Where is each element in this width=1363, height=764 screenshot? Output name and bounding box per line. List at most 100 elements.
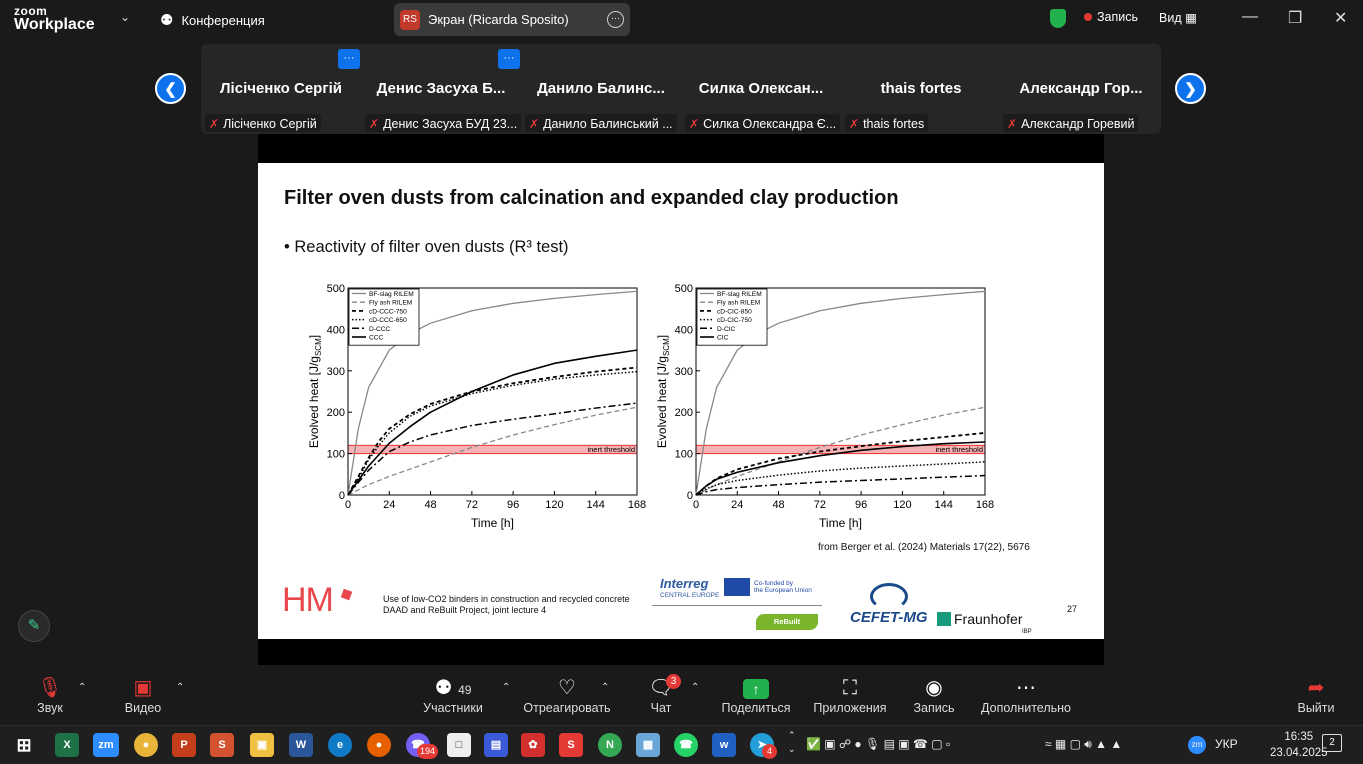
- firefox-icon[interactable]: ●: [367, 733, 391, 757]
- x-tick-label: 96: [507, 499, 519, 511]
- eu-line-2: the European Union: [754, 587, 812, 594]
- react-button[interactable]: ♡ Отреагировать: [522, 675, 612, 715]
- record-label: Запись: [913, 701, 955, 715]
- security-shield-icon[interactable]: [1050, 9, 1066, 28]
- series-line: [695, 461, 986, 496]
- app-blue-icon[interactable]: ▦: [636, 733, 660, 757]
- participant-label-text: Денис Засуха БУД 23...: [383, 116, 518, 131]
- x-tick-label: 144: [935, 499, 953, 511]
- language-indicator[interactable]: УКР: [1215, 737, 1238, 751]
- chat-options-caret[interactable]: ⌃: [691, 682, 699, 693]
- chrome-profile-icon[interactable]: N: [598, 733, 622, 757]
- leave-label: Выйти: [1297, 701, 1335, 715]
- close-icon[interactable]: ✕: [1334, 8, 1347, 28]
- conference-label: Конференция: [181, 12, 265, 28]
- x-tick-label: 168: [976, 499, 994, 511]
- audio-button[interactable]: 🎙︎ Звук: [30, 675, 70, 715]
- presenter-avatar: RS: [400, 9, 420, 30]
- windows-start-icon[interactable]: ⊞: [12, 733, 36, 757]
- edge-icon[interactable]: e: [328, 733, 352, 757]
- chevron-right-icon: ❯: [1184, 80, 1197, 98]
- legend-label: CCC: [369, 335, 384, 342]
- apps-button[interactable]: ⛶ Приложения: [811, 675, 889, 715]
- app-s2-icon[interactable]: S: [559, 733, 583, 757]
- screen-share-tab[interactable]: RS Экран (Ricarda Sposito) ···: [394, 3, 630, 36]
- view-label: Вид: [1159, 11, 1182, 25]
- conference-menu[interactable]: ⚉ Конференция: [160, 11, 265, 29]
- leave-button[interactable]: ➦ Выйти: [1296, 675, 1336, 715]
- x-tick-label: 48: [772, 499, 784, 511]
- recording-indicator[interactable]: Запись: [1084, 10, 1138, 24]
- participant-label-text: Александр Горевий: [1021, 116, 1135, 131]
- video-options-caret[interactable]: ⌃: [176, 682, 184, 693]
- notepad-icon[interactable]: □: [447, 733, 471, 757]
- app-s-icon[interactable]: S: [210, 733, 234, 757]
- participant-tile[interactable]: Данило Балинс... ✗ Данило Балинський ...: [521, 44, 681, 134]
- participant-label: ✗ Данило Балинський ...: [525, 114, 677, 132]
- prev-page-button[interactable]: ❮: [155, 73, 186, 104]
- record-dot-icon: [1084, 13, 1092, 21]
- clock[interactable]: 16:35 23.04.2025: [1270, 729, 1328, 761]
- audio-label: Звук: [37, 701, 63, 715]
- tray-scroll-icon[interactable]: ⌃ ⌄: [788, 728, 796, 756]
- tile-more-icon[interactable]: ···: [338, 49, 360, 69]
- chrome-icon[interactable]: ●: [134, 733, 158, 757]
- annotate-pencil-icon[interactable]: ✎: [18, 610, 50, 642]
- participant-label-text: Лісіченко Сергій: [223, 116, 317, 131]
- legend-label: BF-slag RILEM: [369, 291, 414, 298]
- restore-icon[interactable]: ❐: [1288, 8, 1302, 28]
- y-tick-label: 400: [675, 324, 693, 336]
- system-tray[interactable]: ≈ ▦ ▢ 🔊︎ ▲ ▲: [1045, 737, 1122, 752]
- video-button[interactable]: ▣ Видео: [118, 675, 168, 715]
- y-axis-label-main: Evolved heat [J/g: [307, 356, 321, 448]
- participant-tile[interactable]: Силка Олексан... ✗ Силка Олександра Є...: [681, 44, 841, 134]
- participant-tile[interactable]: Денис Засуха Б... ✗ Денис Засуха БУД 23..…: [361, 44, 522, 134]
- participants-button[interactable]: ⚉ 49 Участники: [418, 675, 488, 715]
- heart-icon: ♡: [558, 677, 576, 699]
- zoom-taskbar-icon[interactable]: zm: [93, 733, 119, 757]
- participant-tile[interactable]: Лісіченко Сергій ✗ Лісіченко Сергій: [201, 44, 361, 134]
- excel-icon[interactable]: X: [55, 733, 79, 757]
- chevron-down-icon[interactable]: ⌄: [120, 10, 130, 24]
- slide-footer: Use of low-CO2 binders in construction a…: [383, 594, 630, 616]
- series-line: [347, 370, 638, 496]
- hm-logo-mark: [340, 588, 353, 601]
- more-label: Дополнительно: [981, 701, 1071, 715]
- more-button[interactable]: ⋯ Дополнительно: [980, 675, 1072, 715]
- audio-options-caret[interactable]: ⌃: [78, 682, 86, 693]
- record-button[interactable]: ◉ Запись: [910, 675, 958, 715]
- y-tick-label: 200: [675, 407, 693, 419]
- folder-icon[interactable]: ▣: [250, 733, 274, 757]
- x-axis-label: Time [h]: [819, 516, 862, 530]
- participant-tile[interactable]: thais fortes ✗ thais fortes: [841, 44, 1001, 134]
- minimize-icon[interactable]: —: [1242, 8, 1258, 26]
- more-options-icon[interactable]: ···: [607, 11, 624, 28]
- whatsapp-icon[interactable]: ☎: [674, 733, 698, 757]
- video-label: Видео: [124, 701, 162, 715]
- x-axis-label: Time [h]: [471, 516, 514, 530]
- mic-off-icon: 🎙︎: [37, 677, 63, 699]
- hm-logo: HM: [282, 581, 334, 619]
- participants-options-caret[interactable]: ⌃: [502, 682, 510, 693]
- legend-label: BF-slag RILEM: [717, 291, 762, 298]
- zoom-tray-icon[interactable]: zm: [1188, 736, 1206, 754]
- share-button[interactable]: ↑ Поделиться: [720, 675, 792, 715]
- tray-icons[interactable]: ✅ ▣ ☍ ● 🎙︎ ▤ ▣ ☎ ▢ ▫: [806, 737, 950, 751]
- word-icon[interactable]: W: [289, 733, 313, 757]
- y-axis-label: Evolved heat [J/gSCM]: [655, 335, 671, 448]
- app-w-icon[interactable]: w: [712, 733, 736, 757]
- app-red-icon[interactable]: ✿: [521, 733, 545, 757]
- x-tick-label: 24: [383, 499, 395, 511]
- tile-more-icon[interactable]: ···: [498, 49, 520, 69]
- notification-icon[interactable]: 2: [1322, 734, 1342, 752]
- powerpoint-icon[interactable]: P: [172, 733, 196, 757]
- react-options-caret[interactable]: ⌃: [601, 682, 609, 693]
- y-tick-label: 0: [339, 490, 345, 502]
- save-icon[interactable]: ▤: [484, 733, 508, 757]
- share-tab-label: Экран (Ricarda Sposito): [428, 12, 569, 27]
- fraunhofer-mark-icon: [937, 612, 951, 626]
- next-page-button[interactable]: ❯: [1175, 73, 1206, 104]
- participant-tile[interactable]: Александр Гор... ✗ Александр Горевий: [1001, 44, 1161, 134]
- view-menu[interactable]: Вид ▦: [1159, 10, 1197, 25]
- apps-icon: ⛶: [843, 677, 857, 699]
